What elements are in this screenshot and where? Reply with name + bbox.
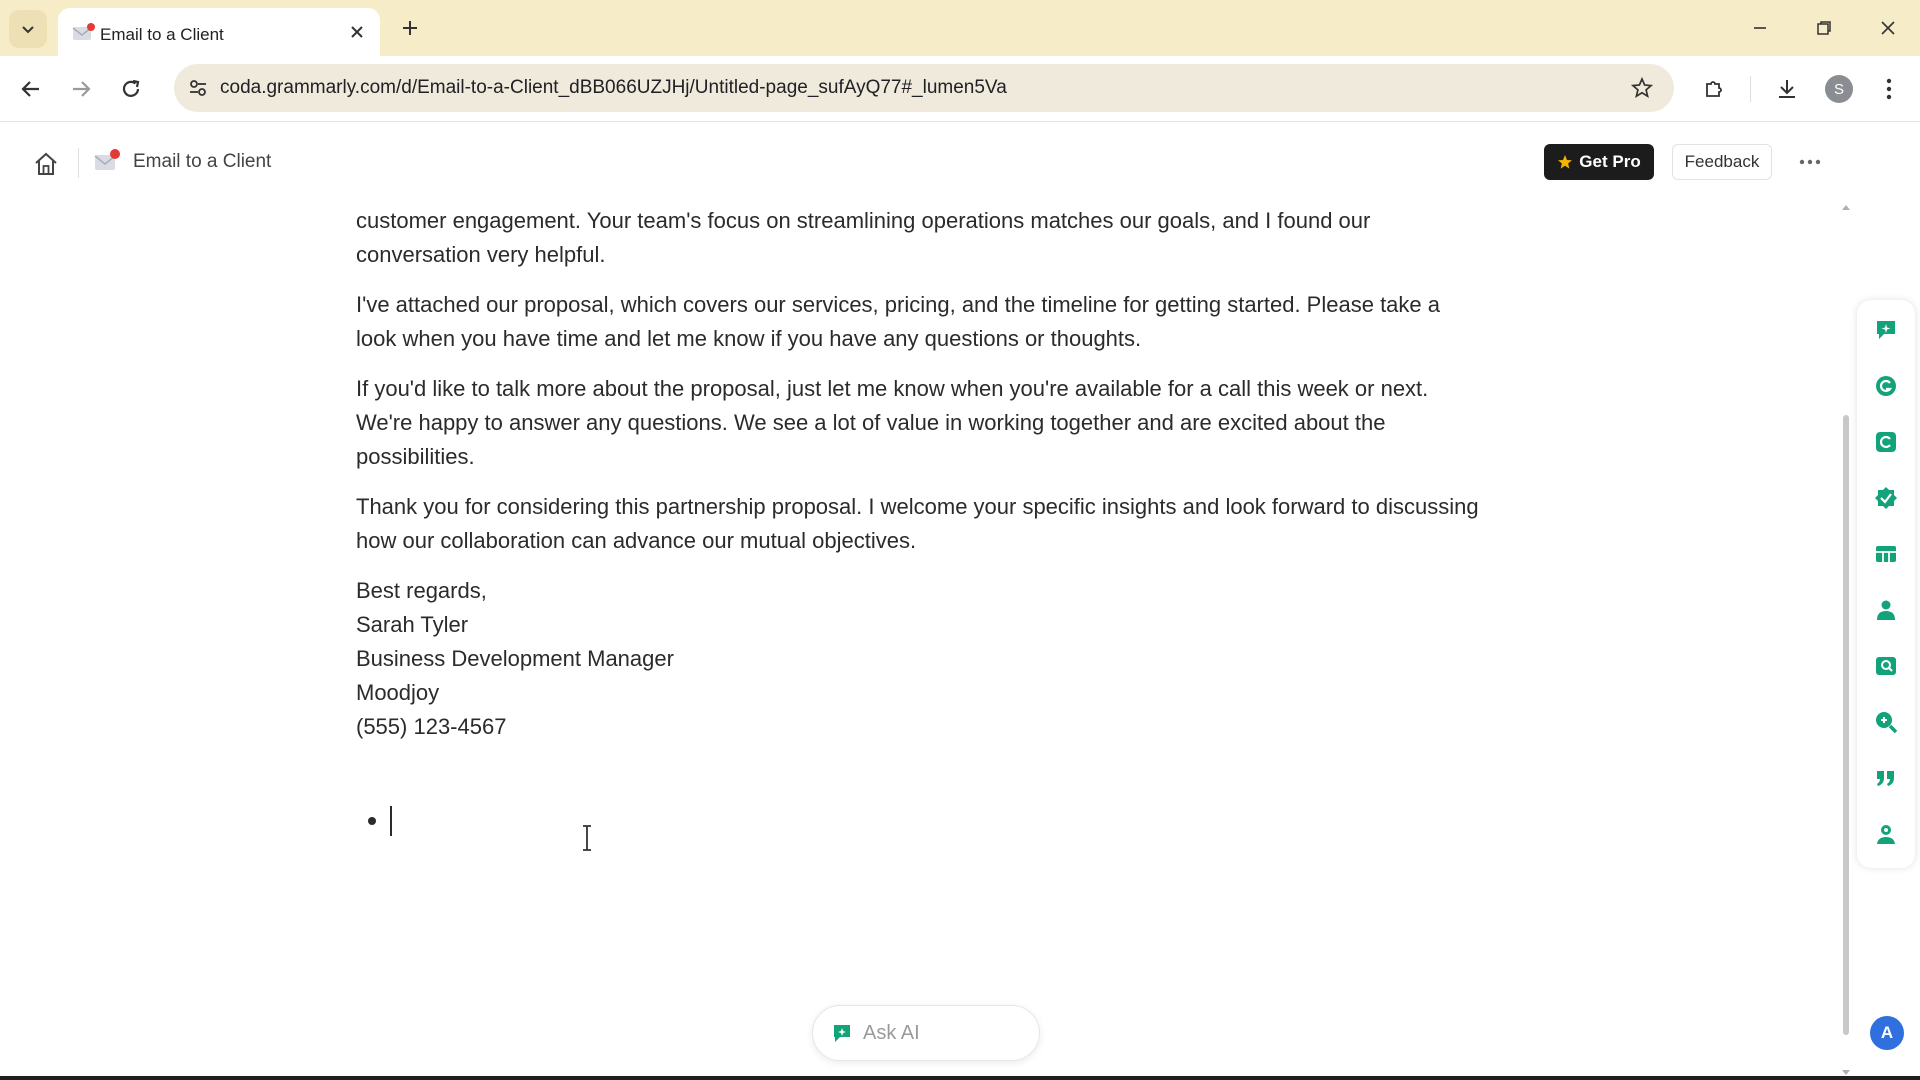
signature-closing[interactable]: Best regards, xyxy=(356,574,1486,608)
rail-table-button[interactable] xyxy=(1872,540,1900,568)
arrow-right-icon xyxy=(73,81,91,97)
signature-role[interactable]: Business Development Manager xyxy=(356,642,1486,676)
profile-avatar[interactable]: S xyxy=(1825,75,1853,103)
doc-title[interactable]: Email to a Client xyxy=(133,151,271,173)
close-icon xyxy=(1881,21,1895,35)
downloads-button[interactable] xyxy=(1768,70,1806,108)
check-badge-icon xyxy=(1875,487,1897,509)
table-icon xyxy=(1876,546,1896,562)
email-body[interactable]: your team. I really valued your thoughts… xyxy=(356,204,1486,744)
address-bar[interactable]: coda.grammarly.com/d/Email-to-a-Client_d… xyxy=(174,64,1674,112)
rewrite-icon xyxy=(1876,432,1896,452)
home-icon xyxy=(35,152,57,175)
puzzle-icon xyxy=(1706,81,1722,97)
assistant-avatar[interactable]: A xyxy=(1870,1016,1904,1050)
extensions-button[interactable] xyxy=(1695,70,1733,108)
rail-person-button[interactable] xyxy=(1872,596,1900,624)
bookmark-button[interactable] xyxy=(1628,74,1656,102)
restore-icon xyxy=(1817,21,1831,35)
grammarly-tool-rail xyxy=(1857,300,1915,868)
arrow-left-icon xyxy=(21,81,39,97)
active-tab[interactable]: Email to a Client xyxy=(58,8,380,56)
star-icon xyxy=(1558,155,1573,169)
feedback-button[interactable]: Feedback xyxy=(1672,144,1772,180)
image-search-icon xyxy=(1876,657,1896,675)
rail-image-search-button[interactable] xyxy=(1872,652,1900,680)
back-button[interactable] xyxy=(12,70,50,108)
forward-button[interactable] xyxy=(62,70,100,108)
more-options-button[interactable] xyxy=(1792,144,1828,180)
ask-ai-label: Ask AI xyxy=(863,1021,920,1044)
scroll-thumb[interactable] xyxy=(1843,415,1849,1035)
header-divider xyxy=(78,148,79,178)
close-icon xyxy=(351,26,363,38)
scroll-up-arrow[interactable] xyxy=(1842,205,1850,210)
browser-menu-button[interactable] xyxy=(1870,70,1908,108)
vertical-dots-icon xyxy=(1886,78,1892,100)
signature-block: Best regards, Sarah Tyler Business Devel… xyxy=(356,574,1486,744)
minimize-button[interactable] xyxy=(1740,10,1780,46)
doc-header: Email to a Client Get Pro Feedback xyxy=(0,122,1852,204)
zoom-icon xyxy=(1876,712,1898,734)
ai-chat-icon xyxy=(1877,321,1895,339)
signature-phone[interactable]: (555) 123-4567 xyxy=(356,710,1486,744)
reload-icon xyxy=(122,79,140,97)
site-info-button[interactable] xyxy=(180,70,216,106)
tab-title: Email to a Client xyxy=(100,25,224,44)
grammarly-icon xyxy=(1876,376,1896,396)
rail-grammarly-button[interactable] xyxy=(1872,372,1900,400)
ai-chat-icon xyxy=(834,1025,850,1042)
rail-quote-button[interactable] xyxy=(1872,764,1900,792)
close-window-button[interactable] xyxy=(1868,10,1908,46)
reload-button[interactable] xyxy=(112,70,150,108)
signature-company[interactable]: Moodjoy xyxy=(356,676,1486,710)
chevron-down-icon xyxy=(22,26,34,34)
bullet-dot xyxy=(368,817,376,825)
scroll-down-arrow[interactable] xyxy=(1842,1070,1850,1075)
text-caret xyxy=(390,806,392,836)
tab-search-button[interactable] xyxy=(9,10,47,48)
user-badge-icon xyxy=(1877,825,1895,844)
new-tab-button[interactable] xyxy=(396,14,424,42)
quote-icon xyxy=(1877,771,1894,786)
doc-scrollbar[interactable] xyxy=(1840,205,1852,1075)
browser-toolbar: coda.grammarly.com/d/Email-to-a-Client_d… xyxy=(0,56,1920,122)
plus-icon xyxy=(403,21,417,35)
restore-button[interactable] xyxy=(1804,10,1844,46)
rail-user-badge-button[interactable] xyxy=(1872,820,1900,848)
signature-name[interactable]: Sarah Tyler xyxy=(356,608,1486,642)
rail-ai-chat-button[interactable] xyxy=(1872,316,1900,344)
bottom-edge xyxy=(0,1076,1920,1080)
tab-bar: Email to a Client xyxy=(0,0,1920,56)
ibeam-cursor-icon xyxy=(583,825,591,851)
horizontal-dots-icon xyxy=(1799,159,1821,165)
get-pro-label: Get Pro xyxy=(1579,152,1641,171)
paragraph[interactable]: Thank you for considering this partnersh… xyxy=(356,490,1486,558)
download-icon xyxy=(1779,80,1795,98)
minimize-icon xyxy=(1754,27,1766,29)
get-pro-button[interactable]: Get Pro xyxy=(1544,144,1654,180)
close-tab-button[interactable] xyxy=(346,21,368,43)
url-text: coda.grammarly.com/d/Email-to-a-Client_d… xyxy=(220,77,1007,98)
rail-rewrite-button[interactable] xyxy=(1872,428,1900,456)
tune-icon xyxy=(190,80,206,96)
envelope-icon xyxy=(94,149,120,170)
paragraph[interactable]: If you'd like to talk more about the pro… xyxy=(356,372,1486,474)
rail-check-button[interactable] xyxy=(1872,484,1900,512)
doc-canvas[interactable]: your team. I really valued your thoughts… xyxy=(0,204,1842,1080)
ask-ai-button[interactable]: Ask AI xyxy=(812,1005,1040,1061)
rail-zoom-button[interactable] xyxy=(1872,708,1900,736)
paragraph[interactable]: your team. I really valued your thoughts… xyxy=(356,204,1486,272)
envelope-icon xyxy=(72,23,95,40)
home-button[interactable] xyxy=(30,148,62,180)
paragraph[interactable]: I've attached our proposal, which covers… xyxy=(356,288,1486,356)
star-outline-icon xyxy=(1631,77,1653,98)
person-icon xyxy=(1877,600,1895,620)
toolbar-divider xyxy=(1750,76,1751,102)
empty-bullet-item[interactable] xyxy=(356,804,392,838)
